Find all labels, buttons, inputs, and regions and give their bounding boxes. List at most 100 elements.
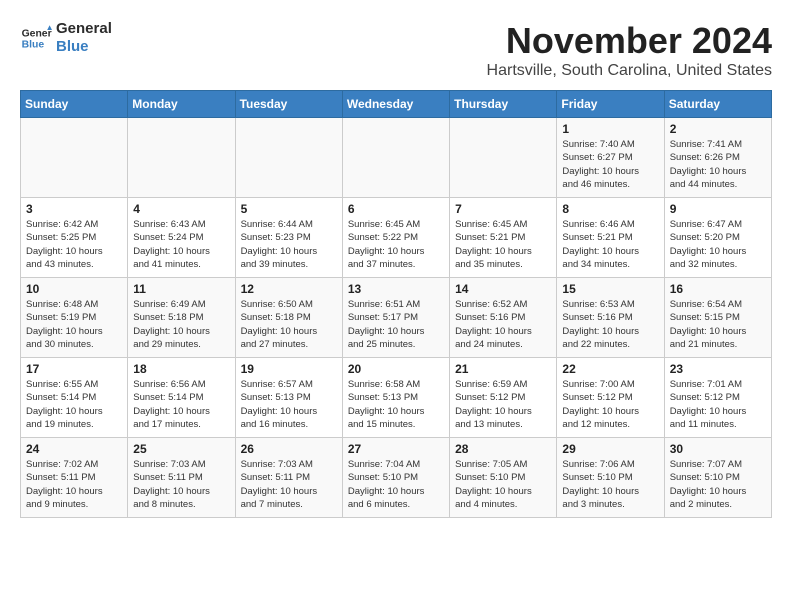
calendar-header-row: SundayMondayTuesdayWednesdayThursdayFrid… <box>21 91 772 118</box>
column-header-sunday: Sunday <box>21 91 128 118</box>
day-info: Sunrise: 6:45 AM Sunset: 5:22 PM Dayligh… <box>348 218 444 271</box>
day-number: 26 <box>241 442 337 456</box>
calendar-cell: 16 Sunrise: 6:54 AM Sunset: 5:15 PM Dayli… <box>664 278 771 358</box>
day-info: Sunrise: 7:07 AM Sunset: 5:10 PM Dayligh… <box>670 458 766 511</box>
calendar-cell <box>128 118 235 198</box>
day-info: Sunrise: 6:49 AM Sunset: 5:18 PM Dayligh… <box>133 298 229 351</box>
day-number: 2 <box>670 122 766 136</box>
svg-text:Blue: Blue <box>22 40 45 51</box>
day-number: 1 <box>562 122 658 136</box>
calendar-cell: 8Sunrise: 6:46 AM Sunset: 5:21 PM Daylig… <box>557 198 664 278</box>
day-number: 28 <box>455 442 551 456</box>
day-number: 16 <box>670 282 766 296</box>
calendar-cell: 9 Sunrise: 6:47 AM Sunset: 5:20 PM Daylig… <box>664 198 771 278</box>
calendar-cell: 5Sunrise: 6:44 AM Sunset: 5:23 PM Daylig… <box>235 198 342 278</box>
column-header-tuesday: Tuesday <box>235 91 342 118</box>
calendar-cell: 2 Sunrise: 7:41 AM Sunset: 6:26 PM Daylig… <box>664 118 771 198</box>
day-number: 19 <box>241 362 337 376</box>
column-header-friday: Friday <box>557 91 664 118</box>
day-info: Sunrise: 6:47 AM Sunset: 5:20 PM Dayligh… <box>670 218 766 271</box>
calendar-cell: 19Sunrise: 6:57 AM Sunset: 5:13 PM Dayli… <box>235 358 342 438</box>
location-title: Hartsville, South Carolina, United State… <box>487 62 772 80</box>
calendar-cell: 20 Sunrise: 6:58 AM Sunset: 5:13 PM Dayli… <box>342 358 449 438</box>
day-info: Sunrise: 6:55 AM Sunset: 5:14 PM Dayligh… <box>26 378 122 431</box>
calendar-cell: 22 Sunrise: 7:00 AM Sunset: 5:12 PM Dayli… <box>557 358 664 438</box>
logo: General Blue General Blue <box>20 20 112 56</box>
day-info: Sunrise: 6:53 AM Sunset: 5:16 PM Dayligh… <box>562 298 658 351</box>
calendar-week-row: 24 Sunrise: 7:02 AM Sunset: 5:11 PM Dayli… <box>21 438 772 518</box>
day-number: 18 <box>133 362 229 376</box>
day-info: Sunrise: 6:58 AM Sunset: 5:13 PM Dayligh… <box>348 378 444 431</box>
day-info: Sunrise: 6:59 AM Sunset: 5:12 PM Dayligh… <box>455 378 551 431</box>
title-area: November 2024 Hartsville, South Carolina… <box>487 20 772 80</box>
calendar-cell <box>21 118 128 198</box>
header: General Blue General Blue November 2024 … <box>20 20 772 80</box>
column-header-wednesday: Wednesday <box>342 91 449 118</box>
calendar-cell: 11 Sunrise: 6:49 AM Sunset: 5:18 PM Dayli… <box>128 278 235 358</box>
calendar-week-row: 1 Sunrise: 7:40 AM Sunset: 6:27 PM Daylig… <box>21 118 772 198</box>
calendar-cell: 15 Sunrise: 6:53 AM Sunset: 5:16 PM Dayli… <box>557 278 664 358</box>
day-info: Sunrise: 7:02 AM Sunset: 5:11 PM Dayligh… <box>26 458 122 511</box>
calendar-week-row: 10 Sunrise: 6:48 AM Sunset: 5:19 PM Dayli… <box>21 278 772 358</box>
calendar-cell: 14 Sunrise: 6:52 AM Sunset: 5:16 PM Dayli… <box>450 278 557 358</box>
calendar-cell <box>342 118 449 198</box>
calendar-table: SundayMondayTuesdayWednesdayThursdayFrid… <box>20 90 772 518</box>
calendar-cell: 13 Sunrise: 6:51 AM Sunset: 5:17 PM Dayli… <box>342 278 449 358</box>
calendar-cell <box>235 118 342 198</box>
day-number: 11 <box>133 282 229 296</box>
day-info: Sunrise: 6:52 AM Sunset: 5:16 PM Dayligh… <box>455 298 551 351</box>
day-number: 3 <box>26 202 122 216</box>
day-number: 20 <box>348 362 444 376</box>
day-number: 12 <box>241 282 337 296</box>
calendar-cell: 23Sunrise: 7:01 AM Sunset: 5:12 PM Dayli… <box>664 358 771 438</box>
day-number: 15 <box>562 282 658 296</box>
day-number: 24 <box>26 442 122 456</box>
calendar-cell: 30 Sunrise: 7:07 AM Sunset: 5:10 PM Dayli… <box>664 438 771 518</box>
calendar-cell: 1 Sunrise: 7:40 AM Sunset: 6:27 PM Daylig… <box>557 118 664 198</box>
day-info: Sunrise: 6:43 AM Sunset: 5:24 PM Dayligh… <box>133 218 229 271</box>
column-header-monday: Monday <box>128 91 235 118</box>
column-header-thursday: Thursday <box>450 91 557 118</box>
month-title: November 2024 <box>487 20 772 62</box>
day-info: Sunrise: 7:04 AM Sunset: 5:10 PM Dayligh… <box>348 458 444 511</box>
calendar-cell: 27 Sunrise: 7:04 AM Sunset: 5:10 PM Dayli… <box>342 438 449 518</box>
day-info: Sunrise: 7:01 AM Sunset: 5:12 PM Dayligh… <box>670 378 766 431</box>
day-info: Sunrise: 7:03 AM Sunset: 5:11 PM Dayligh… <box>241 458 337 511</box>
calendar-cell: 17 Sunrise: 6:55 AM Sunset: 5:14 PM Dayli… <box>21 358 128 438</box>
day-number: 22 <box>562 362 658 376</box>
day-number: 21 <box>455 362 551 376</box>
calendar-cell: 7Sunrise: 6:45 AM Sunset: 5:21 PM Daylig… <box>450 198 557 278</box>
day-number: 6 <box>348 202 444 216</box>
day-info: Sunrise: 7:06 AM Sunset: 5:10 PM Dayligh… <box>562 458 658 511</box>
calendar-cell: 24 Sunrise: 7:02 AM Sunset: 5:11 PM Dayli… <box>21 438 128 518</box>
day-number: 10 <box>26 282 122 296</box>
column-header-saturday: Saturday <box>664 91 771 118</box>
day-info: Sunrise: 7:41 AM Sunset: 6:26 PM Dayligh… <box>670 138 766 191</box>
day-number: 30 <box>670 442 766 456</box>
day-number: 17 <box>26 362 122 376</box>
day-number: 9 <box>670 202 766 216</box>
day-number: 25 <box>133 442 229 456</box>
day-number: 27 <box>348 442 444 456</box>
day-number: 13 <box>348 282 444 296</box>
calendar-cell: 25Sunrise: 7:03 AM Sunset: 5:11 PM Dayli… <box>128 438 235 518</box>
day-info: Sunrise: 6:51 AM Sunset: 5:17 PM Dayligh… <box>348 298 444 351</box>
day-info: Sunrise: 7:00 AM Sunset: 5:12 PM Dayligh… <box>562 378 658 431</box>
day-info: Sunrise: 6:54 AM Sunset: 5:15 PM Dayligh… <box>670 298 766 351</box>
day-info: Sunrise: 6:50 AM Sunset: 5:18 PM Dayligh… <box>241 298 337 351</box>
day-info: Sunrise: 6:44 AM Sunset: 5:23 PM Dayligh… <box>241 218 337 271</box>
calendar-week-row: 3 Sunrise: 6:42 AM Sunset: 5:25 PM Daylig… <box>21 198 772 278</box>
calendar-cell: 6 Sunrise: 6:45 AM Sunset: 5:22 PM Daylig… <box>342 198 449 278</box>
day-info: Sunrise: 7:40 AM Sunset: 6:27 PM Dayligh… <box>562 138 658 191</box>
calendar-cell: 28Sunrise: 7:05 AM Sunset: 5:10 PM Dayli… <box>450 438 557 518</box>
logo-text-general: General <box>56 20 112 38</box>
calendar-cell <box>450 118 557 198</box>
day-info: Sunrise: 6:48 AM Sunset: 5:19 PM Dayligh… <box>26 298 122 351</box>
logo-icon: General Blue <box>20 22 52 54</box>
day-number: 14 <box>455 282 551 296</box>
day-info: Sunrise: 6:42 AM Sunset: 5:25 PM Dayligh… <box>26 218 122 271</box>
calendar-cell: 12 Sunrise: 6:50 AM Sunset: 5:18 PM Dayli… <box>235 278 342 358</box>
calendar-cell: 26 Sunrise: 7:03 AM Sunset: 5:11 PM Dayli… <box>235 438 342 518</box>
logo-text-blue: Blue <box>56 38 112 56</box>
day-info: Sunrise: 6:45 AM Sunset: 5:21 PM Dayligh… <box>455 218 551 271</box>
